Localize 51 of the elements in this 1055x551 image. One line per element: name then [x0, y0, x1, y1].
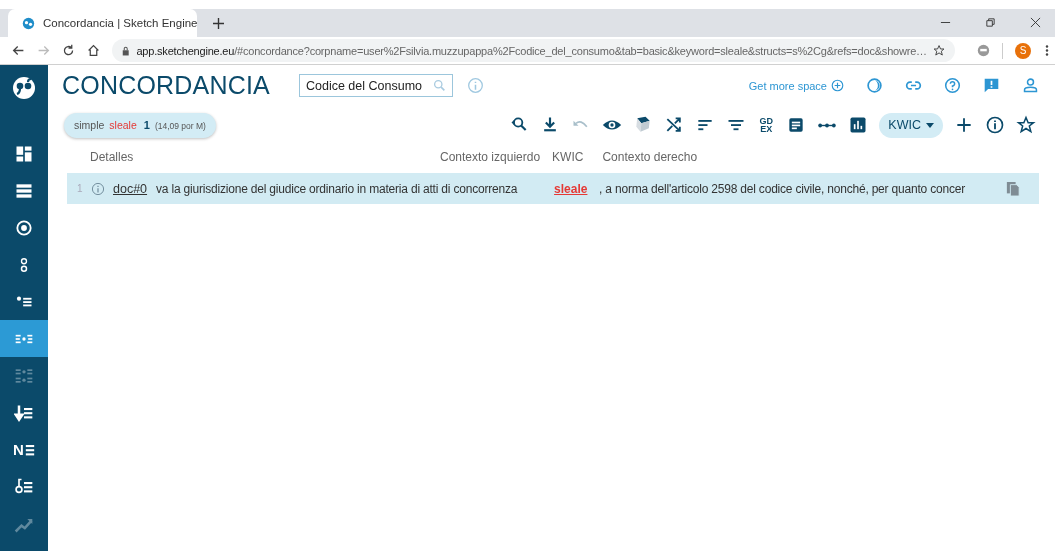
- copy-icon[interactable]: [1006, 180, 1021, 197]
- plus-icon: [954, 115, 974, 135]
- left-context: va la giurisdizione del giudice ordinario in materia di atti di concorrenza: [156, 181, 519, 196]
- query-summary-chip[interactable]: simple sleale 1 (14,09 por M): [64, 112, 216, 138]
- url-text: app.sketchengine.eu/#concordance?corpname=user%2Fsilvia.muzzupappa%2Fcodice_del_consumo&tab=basic&keyword=sleale&structs=s%2Cg&refs=doc&showre…: [136, 44, 927, 57]
- target-icon: [14, 217, 34, 238]
- view-dropdown[interactable]: KWIC: [879, 112, 943, 138]
- close-icon[interactable]: [1030, 17, 1041, 28]
- sidebar-item[interactable]: N: [0, 431, 48, 468]
- right-context: , a norma dell'articolo 2598 del codice civile, nonché, per quanto concer: [599, 181, 966, 196]
- home-icon[interactable]: [87, 44, 100, 57]
- column-header: Contexto derecho: [602, 149, 698, 164]
- concordance-row[interactable]: 1 doc#0 va la giurisdizione del giudice ordinario in materia di atti di concorrenza sleale , a norma dell'articolo 2598 del codice civile, nonché, per quanto concer: [67, 173, 1039, 204]
- reload-icon[interactable]: [62, 44, 75, 57]
- column-header: KWIC: [552, 149, 584, 164]
- plus-icon[interactable]: [831, 79, 844, 92]
- star-icon: [1016, 115, 1036, 135]
- hit-count: 1: [143, 118, 150, 131]
- bar-chart-icon: [848, 115, 869, 135]
- column-header: Detalles: [90, 149, 135, 164]
- search-icon: [432, 79, 446, 92]
- extension-icon[interactable]: [977, 44, 990, 57]
- page-title: CONCORDANCIA: [62, 71, 270, 100]
- corpus-field[interactable]: Codice del Consumo: [298, 74, 453, 97]
- tab-title: Concordancia | Sketch Engine: [43, 17, 198, 29]
- browser-tab[interactable]: Concordancia | Sketch Engine: [8, 9, 197, 37]
- caret-icon: [926, 122, 934, 128]
- new-tab-icon[interactable]: [213, 18, 224, 29]
- user-icon[interactable]: [1022, 77, 1039, 94]
- gdex-button[interactable]: GD EX: [758, 112, 775, 138]
- info-icon: [985, 115, 1005, 135]
- restore-icon[interactable]: [985, 17, 996, 28]
- logo-icon[interactable]: [12, 76, 36, 100]
- theme-icon[interactable]: [866, 77, 883, 94]
- query-type: simple: [74, 118, 105, 131]
- column-header: Contexto izquierdo: [440, 149, 541, 164]
- back-icon[interactable]: [12, 44, 25, 57]
- info-icon[interactable]: [91, 181, 105, 196]
- logo-icon: [22, 16, 35, 30]
- feedback-icon[interactable]: [983, 77, 1000, 94]
- help-icon[interactable]: [944, 77, 961, 94]
- menu-icon[interactable]: [1045, 44, 1049, 57]
- frequency-text: (14,09 por M): [154, 120, 206, 131]
- item-letter: N: [13, 441, 24, 458]
- line-number: 1: [77, 183, 84, 194]
- query-keyword: sleale: [109, 118, 137, 131]
- lock-icon: [122, 45, 130, 56]
- reference-link[interactable]: doc#0: [113, 181, 148, 196]
- address-bar[interactable]: app.sketchengine.eu/#concordance?corpname=user%2Fsilvia.muzzupappa%2Fcodice_del_consumo&tab=basic&keyword=sleale&structs=s%2Cg&refs=doc&showre…: [112, 39, 955, 62]
- connected-dots-icon: [818, 122, 837, 128]
- star-icon[interactable]: [932, 44, 945, 57]
